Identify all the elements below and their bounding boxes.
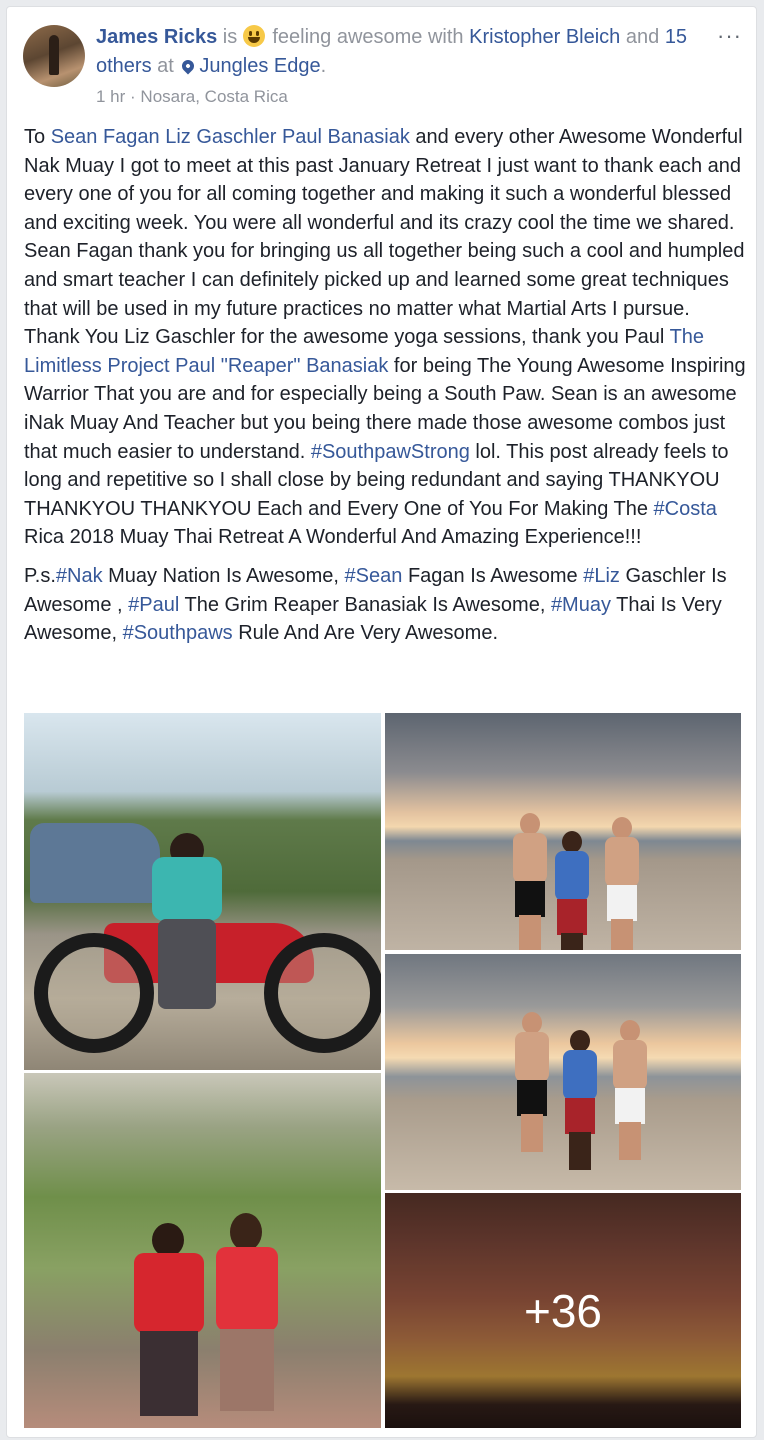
photo-garden[interactable] bbox=[24, 1073, 381, 1428]
post-link[interactable]: #Southpaws bbox=[123, 622, 233, 644]
photo-person bbox=[561, 1030, 599, 1170]
post-meta: 1 hr · Nosara, Costa Rica bbox=[96, 87, 288, 107]
post-paragraph-2: P.s.#Nak Muay Nation Is Awesome, #Sean F… bbox=[24, 562, 746, 648]
timestamp-link[interactable]: 1 hr bbox=[96, 87, 125, 106]
photo-person bbox=[553, 831, 591, 950]
photo-beach-1[interactable] bbox=[385, 713, 741, 950]
post-header: James Ricks is feeling awesome with Kris… bbox=[96, 23, 706, 81]
feeling-text: feeling awesome with bbox=[272, 26, 464, 48]
and-text: and bbox=[625, 26, 660, 48]
post-link[interactable]: #Costa bbox=[654, 498, 717, 520]
photo-motorbike[interactable] bbox=[24, 713, 381, 1070]
more-photos-overlay[interactable]: +36 bbox=[385, 1193, 741, 1428]
photo-person bbox=[603, 817, 641, 950]
photo-beach-2[interactable] bbox=[385, 954, 741, 1190]
post-text: Fagan Is Awesome bbox=[402, 564, 584, 587]
post-link[interactable]: #Liz bbox=[583, 565, 620, 587]
more-options-button[interactable]: ··· bbox=[717, 23, 742, 49]
photo-person bbox=[611, 1020, 649, 1160]
post-text: and every other Awesome Wonderful Nak Mu… bbox=[24, 126, 745, 349]
photo-rider-shape bbox=[152, 833, 222, 1009]
photo-person bbox=[511, 813, 549, 950]
post-paragraph-1: To Sean Fagan Liz Gaschler Paul Banasiak… bbox=[24, 123, 746, 552]
photo-sunset-more[interactable]: +36 bbox=[385, 1193, 741, 1428]
post-text: Rica 2018 Muay Thai Retreat A Wonderful … bbox=[24, 526, 642, 549]
post-text: To bbox=[24, 126, 51, 148]
tagged-person-link[interactable]: Kristopher Bleich bbox=[469, 26, 620, 48]
post-text: The Grim Reaper Banasiak Is Awesome, bbox=[179, 593, 551, 616]
post-text: P.s. bbox=[24, 564, 56, 587]
is-text: is bbox=[222, 26, 238, 48]
post-link[interactable]: Sean Fagan bbox=[51, 126, 160, 148]
post-link[interactable]: #Sean bbox=[345, 565, 403, 587]
photo-person bbox=[513, 1012, 551, 1152]
post-link[interactable]: Paul Banasiak bbox=[282, 126, 410, 148]
at-text: at bbox=[157, 55, 174, 77]
photo-person bbox=[134, 1223, 204, 1418]
post-text: Muay Nation Is Awesome, bbox=[102, 564, 345, 587]
period-text: . bbox=[320, 55, 327, 77]
meta-separator: · bbox=[130, 87, 141, 106]
avatar-figure bbox=[49, 35, 59, 75]
place-link[interactable]: Jungles Edge bbox=[199, 55, 320, 77]
photo-car-shape bbox=[30, 823, 160, 903]
post-link[interactable]: Liz Gaschler bbox=[165, 126, 276, 148]
location-text: Nosara, Costa Rica bbox=[140, 87, 288, 106]
grinning-face-icon bbox=[242, 25, 265, 47]
post-link[interactable]: #SouthpawStrong bbox=[311, 441, 470, 463]
post-card: James Ricks is feeling awesome with Kris… bbox=[6, 6, 757, 1438]
author-name-link[interactable]: James Ricks bbox=[96, 26, 217, 48]
post-link[interactable]: #Muay bbox=[551, 594, 611, 616]
more-photos-count: +36 bbox=[523, 1284, 603, 1337]
post-link[interactable]: #Nak bbox=[56, 565, 103, 587]
avatar[interactable] bbox=[23, 25, 85, 87]
post-text: Rule And Are Very Awesome. bbox=[232, 622, 498, 645]
post-body: To Sean Fagan Liz Gaschler Paul Banasiak… bbox=[24, 123, 746, 648]
photo-person bbox=[216, 1213, 278, 1413]
map-pin-icon bbox=[179, 57, 197, 75]
post-link[interactable]: #Paul bbox=[128, 594, 179, 616]
